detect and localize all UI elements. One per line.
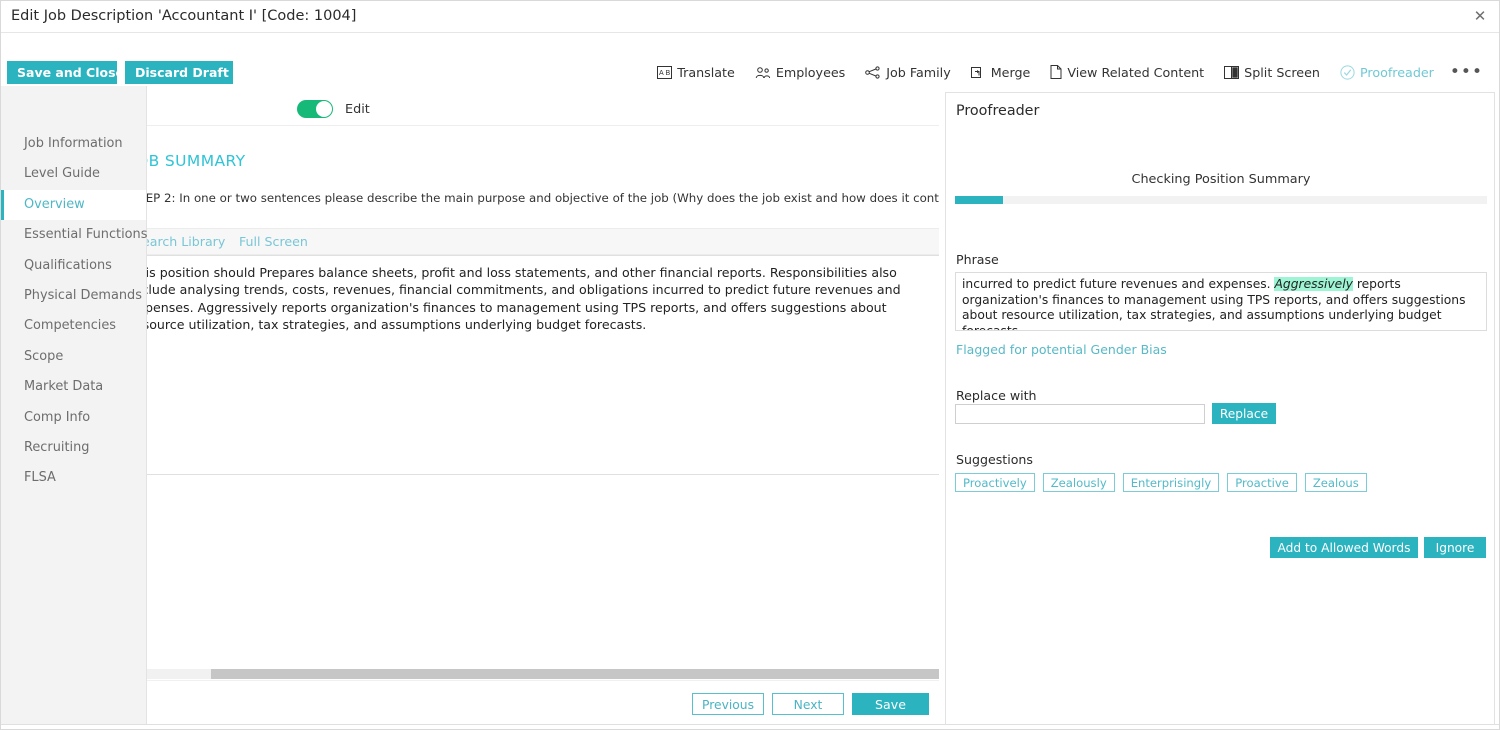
proofreader-title: Proofreader [956, 103, 1039, 119]
toolbar-item-label: Employees [776, 65, 845, 80]
full-screen-link[interactable]: Full Screen [239, 234, 308, 249]
toolbar-item-job-family[interactable]: Job Family [855, 59, 960, 85]
checking-status-label: Checking Position Summary [946, 172, 1496, 187]
document-icon [1050, 65, 1062, 79]
ignore-button[interactable]: Ignore [1424, 537, 1486, 558]
replace-input[interactable] [955, 404, 1205, 424]
discard-draft-button[interactable]: Discard Draft [125, 61, 233, 84]
progress-bar-fill [955, 196, 1003, 204]
toolbar-item-employees[interactable]: Employees [745, 59, 855, 85]
sidebar-item-qualifications[interactable]: Qualifications [1, 251, 146, 281]
suggestion-chip[interactable]: Zealously [1043, 473, 1115, 492]
suggestion-chip[interactable]: Zealous [1305, 473, 1367, 492]
sidebar-item-job-information[interactable]: Job Information [1, 129, 146, 159]
proofreader-panel: Proofreader Checking Position Summary Ph… [945, 92, 1495, 725]
sidebar-item-level-guide[interactable]: Level Guide [1, 159, 146, 189]
phrase-before-text: incurred to predict future revenues and … [962, 277, 1274, 291]
more-options-icon[interactable]: ••• [1444, 67, 1493, 77]
toolbar-item-split-screen[interactable]: Split Screen [1214, 59, 1330, 85]
window-bottom-edge [1, 724, 1499, 729]
horizontal-scrollbar-thumb[interactable] [211, 669, 939, 679]
summary-editor-text: This position should Prepares balance sh… [147, 264, 938, 334]
edit-toggle-label: Edit [345, 102, 370, 117]
svg-text:B: B [666, 70, 671, 77]
sidebar-item-recruiting[interactable]: Recruiting [1, 433, 146, 463]
next-button[interactable]: Next [772, 693, 844, 715]
page-title: JOB SUMMARY [147, 152, 246, 170]
step-instruction-text: STEP 2: In one or two sentences please d… [147, 191, 939, 205]
title-bar: Edit Job Description 'Accountant I' [Cod… [1, 1, 1499, 33]
edit-toggle[interactable] [297, 100, 333, 118]
split-screen-icon [1224, 66, 1239, 79]
add-to-allowed-words-button[interactable]: Add to Allowed Words [1270, 537, 1418, 558]
suggestion-chip[interactable]: Proactively [955, 473, 1035, 492]
edit-toggle-row: Edit [147, 94, 939, 126]
sidebar: Job Information Level Guide Overview Ess… [1, 86, 147, 725]
toolbar-item-proofreader[interactable]: Proofreader [1330, 59, 1444, 85]
toolbar-item-label: Merge [991, 65, 1031, 80]
toolbar-item-label: Translate [677, 65, 735, 80]
toolbar: AB Translate Employees Job Family [647, 59, 1493, 85]
suggestion-chip[interactable]: Enterprisingly [1123, 473, 1220, 492]
action-bar: Save and Close Discard Draft Start a cap… [1, 33, 1499, 86]
suggestions-list: Proactively Zealously Enterprisingly Pro… [955, 473, 1367, 492]
toolbar-item-translate[interactable]: AB Translate [647, 59, 745, 85]
phrase-box: incurred to predict future revenues and … [955, 272, 1487, 331]
application-window: Edit Job Description 'Accountant I' [Cod… [0, 0, 1500, 730]
flag-reason-note[interactable]: Flagged for potential Gender Bias [956, 342, 1167, 357]
toggle-knob [316, 101, 332, 117]
toolbar-item-label: Proofreader [1360, 65, 1434, 80]
suggestion-chip[interactable]: Proactive [1227, 473, 1297, 492]
progress-bar [955, 196, 1487, 204]
svg-text:A: A [659, 70, 664, 77]
sidebar-item-scope[interactable]: Scope [1, 342, 146, 372]
people-icon [755, 66, 771, 79]
main-footer-bar: Previous Next Save [147, 680, 939, 725]
horizontal-scrollbar[interactable] [147, 669, 939, 679]
sidebar-item-comp-info[interactable]: Comp Info [1, 403, 146, 433]
job-family-icon [865, 66, 881, 79]
save-button[interactable]: Save [852, 693, 929, 715]
check-circle-icon [1340, 65, 1355, 80]
toolbar-item-label: View Related Content [1067, 65, 1204, 80]
previous-button[interactable]: Previous [692, 693, 764, 715]
summary-editor[interactable]: This position should Prepares balance sh… [147, 255, 939, 475]
toolbar-item-merge[interactable]: Merge [961, 59, 1041, 85]
save-and-close-button[interactable]: Save and Close [7, 61, 117, 84]
flagged-word-highlight: Aggressively [1274, 277, 1352, 291]
search-library-link[interactable]: Search Library [147, 234, 225, 249]
translate-icon: AB [657, 66, 672, 79]
close-icon[interactable]: ✕ [1467, 5, 1493, 27]
sidebar-item-market-data[interactable]: Market Data [1, 372, 146, 402]
toolbar-item-label: Job Family [886, 65, 950, 80]
sidebar-item-physical-demands[interactable]: Physical Demands [1, 281, 146, 311]
window-title: Edit Job Description 'Accountant I' [Cod… [11, 8, 356, 24]
phrase-label: Phrase [956, 252, 999, 267]
suggestions-label: Suggestions [956, 452, 1033, 467]
sidebar-item-competencies[interactable]: Competencies [1, 311, 146, 341]
sidebar-item-essential-functions[interactable]: Essential Functions [1, 220, 146, 250]
sidebar-item-overview[interactable]: Overview [1, 190, 146, 220]
toolbar-item-label: Split Screen [1244, 65, 1320, 80]
replace-with-label: Replace with [956, 388, 1037, 403]
replace-button[interactable]: Replace [1212, 403, 1276, 424]
merge-icon [971, 66, 986, 79]
toolbar-item-view-related-content[interactable]: View Related Content [1040, 59, 1214, 85]
editor-links-bar: Search Library Full Screen [147, 228, 939, 255]
sidebar-item-flsa[interactable]: FLSA [1, 463, 146, 493]
main-content-panel: Edit JOB SUMMARY STEP 2: In one or two s… [147, 86, 939, 725]
